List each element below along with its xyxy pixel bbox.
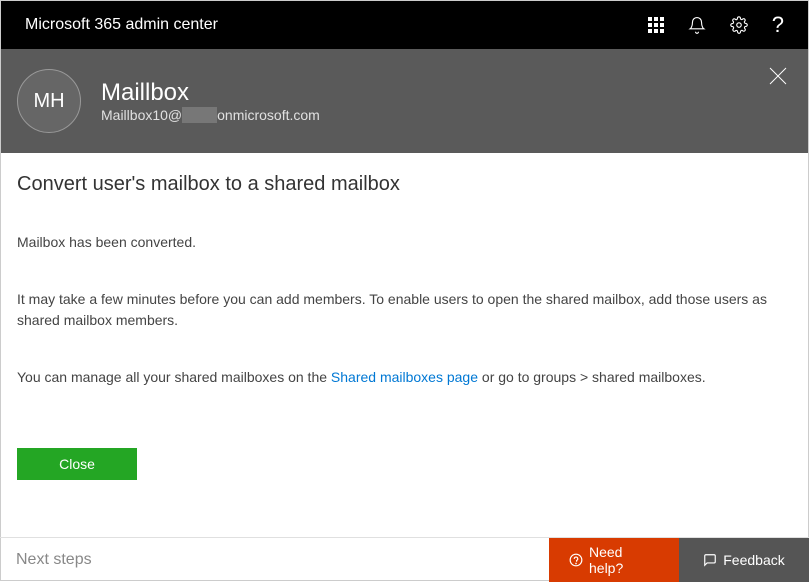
panel-title: Maillbox xyxy=(101,79,320,107)
avatar-initials: MH xyxy=(33,90,64,113)
help-icon[interactable]: ? xyxy=(772,12,784,38)
next-steps-label: Next steps xyxy=(0,551,549,569)
shared-mailboxes-link[interactable]: Shared mailboxes page xyxy=(331,369,478,385)
help-circle-icon xyxy=(569,553,583,567)
close-button[interactable]: Close xyxy=(17,448,137,480)
panel-subtitle: Maillbox10@xxxxxonmicrosoft.com xyxy=(101,107,320,123)
feedback-icon xyxy=(703,553,717,567)
content: Convert user's mailbox to a shared mailb… xyxy=(1,153,808,534)
need-help-button[interactable]: Need help? xyxy=(549,538,679,582)
pane-heading: Convert user's mailbox to a shared mailb… xyxy=(17,173,792,196)
top-bar-icons: ? xyxy=(648,12,784,38)
feedback-button[interactable]: Feedback xyxy=(679,538,809,582)
avatar: MH xyxy=(17,69,81,133)
status-text: Mailbox has been converted. xyxy=(17,232,792,253)
footer: Next steps Need help? Feedback xyxy=(0,537,809,581)
panel-header-text: Maillbox Maillbox10@xxxxxonmicrosoft.com xyxy=(101,79,320,123)
manage-text: You can manage all your shared mailboxes… xyxy=(17,367,792,388)
settings-icon[interactable] xyxy=(730,16,748,34)
panel-header: MH Maillbox Maillbox10@xxxxxonmicrosoft.… xyxy=(1,49,808,153)
notifications-icon[interactable] xyxy=(688,16,706,34)
top-bar: Microsoft 365 admin center ? xyxy=(1,1,808,49)
close-icon[interactable] xyxy=(768,65,788,93)
info-text: It may take a few minutes before you can… xyxy=(17,289,792,331)
app-title: Microsoft 365 admin center xyxy=(25,16,218,34)
app-launcher-icon[interactable] xyxy=(648,17,664,33)
